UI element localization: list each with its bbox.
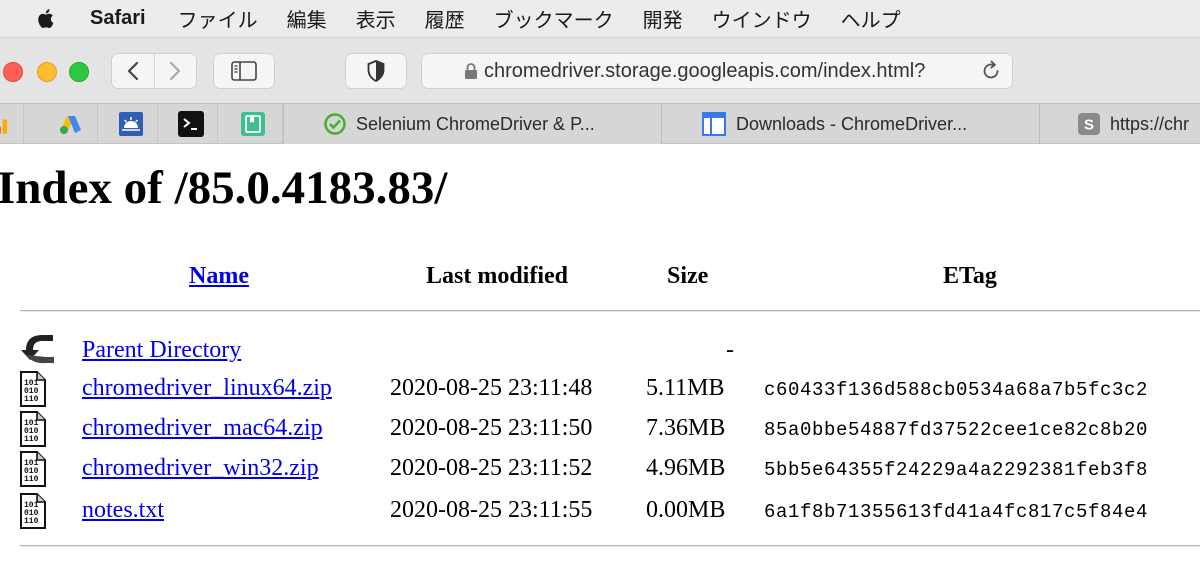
sidebar-icon — [231, 61, 257, 81]
tab-title: https://chr — [1110, 113, 1190, 134]
pinned-tab-google-ads[interactable] — [44, 104, 98, 144]
close-window-button[interactable] — [3, 62, 23, 82]
menu-bookmarks[interactable]: ブックマーク — [494, 4, 614, 33]
menu-view[interactable]: 表示 — [356, 4, 396, 33]
sunrise-icon — [118, 112, 143, 136]
apple-icon[interactable] — [36, 8, 54, 30]
toolbar: chromedriver.storage.googleapis.com/inde… — [0, 37, 1200, 103]
tab-title: Selenium ChromeDriver & P... — [356, 113, 595, 134]
selenium-icon — [324, 113, 346, 135]
menu-safari[interactable]: Safari — [90, 7, 146, 30]
shield-icon — [367, 60, 385, 82]
svg-text:110: 110 — [24, 517, 39, 526]
tab-downloads-chromedriver[interactable]: Downloads - ChromeDriver... — [661, 104, 1039, 144]
table-row: 101 010 110 chromedriver_linux64.zip 2020-… — [0, 371, 1200, 411]
list-item-size: - — [726, 337, 734, 363]
menu-history[interactable]: 履歴 — [425, 4, 465, 33]
chevron-right-icon — [170, 61, 181, 81]
list-item-name: notes.txt — [82, 497, 164, 524]
svg-text:110: 110 — [24, 475, 39, 484]
zoom-window-button[interactable] — [69, 62, 89, 82]
back-arrow-icon — [20, 333, 56, 374]
file-link[interactable]: chromedriver_win32.zip — [82, 455, 319, 481]
minimize-window-button[interactable] — [37, 62, 57, 82]
svg-text:110: 110 — [24, 395, 39, 404]
chevron-left-icon — [127, 61, 139, 81]
list-item-etag: 85a0bbe54887fd37522cee1ce82c8b20 — [764, 419, 1149, 441]
list-item-name: Parent Directory — [82, 337, 241, 364]
list-item-size: 7.36MB — [646, 415, 726, 441]
tab-title: Downloads - ChromeDriver... — [736, 113, 968, 134]
address-bar[interactable]: chromedriver.storage.googleapis.com/inde… — [421, 53, 1013, 89]
menu-file[interactable]: ファイル — [178, 4, 258, 33]
list-item-name: chromedriver_win32.zip — [82, 455, 319, 482]
notes-icon — [241, 112, 265, 136]
file-link[interactable]: chromedriver_mac64.zip — [82, 415, 323, 441]
list-item-etag: c60433f136d588cb0534a68a7b5fc3c2 — [764, 379, 1149, 401]
menu-help[interactable]: ヘルプ — [841, 4, 901, 33]
reload-icon[interactable] — [980, 60, 1002, 88]
pinned-tab-bookmark[interactable] — [104, 104, 158, 144]
table-row: 101 010 110 notes.txt 2020-08-25 23:11:55 … — [0, 493, 1200, 533]
column-header-modified: Last modified — [426, 263, 569, 289]
back-button[interactable] — [112, 54, 154, 88]
lock-icon — [464, 62, 478, 80]
list-item-modified: 2020-08-25 23:11:55 — [390, 497, 593, 523]
list-item-modified: 2020-08-25 23:11:48 — [390, 375, 593, 401]
svg-text:S: S — [1084, 117, 1094, 134]
google-ads-icon — [59, 116, 81, 134]
binary-file-icon: 101 010 110 — [20, 411, 46, 454]
svg-text:110: 110 — [24, 435, 39, 444]
menu-window[interactable]: ウインドウ — [712, 4, 812, 33]
binary-file-icon: 101 010 110 — [20, 493, 46, 536]
table-row-parent: Parent Directory - — [0, 333, 1200, 373]
chromedriver-icon — [702, 112, 726, 136]
binary-file-icon: 101 010 110 — [20, 371, 46, 414]
menu-edit[interactable]: 編集 — [287, 4, 327, 33]
menu-bar: Safari ファイル 編集 表示 履歴 ブックマーク 開発 ウインドウ ヘルプ — [0, 0, 1200, 37]
pinned-tab-analytics[interactable] — [0, 104, 24, 144]
list-item-etag: 6a1f8b71355613fd41a4fc817c5f84e4 — [764, 501, 1149, 523]
pinned-tab-notes[interactable] — [224, 104, 283, 144]
list-item-modified: 2020-08-25 23:11:52 — [390, 455, 593, 481]
table-row: 101 010 110 chromedriver_win32.zip 2020-08… — [0, 451, 1200, 491]
file-link[interactable]: notes.txt — [82, 497, 164, 523]
list-item-size: 4.96MB — [646, 455, 726, 481]
sidebar-toggle-button[interactable] — [213, 53, 275, 89]
s-letter-icon: S — [1078, 113, 1100, 135]
pinned-tab-terminal[interactable] — [164, 104, 218, 144]
list-item-size: 5.11MB — [646, 375, 725, 401]
tab-bar: Selenium ChromeDriver & P... Downloads -… — [0, 103, 1200, 144]
list-item-name: chromedriver_linux64.zip — [82, 375, 332, 402]
analytics-icon — [0, 119, 8, 134]
column-header-name: Name — [189, 263, 249, 290]
menu-develop[interactable]: 開発 — [643, 4, 683, 33]
file-link[interactable]: chromedriver_linux64.zip — [82, 375, 332, 401]
forward-button[interactable] — [153, 54, 196, 88]
table-row: 101 010 110 chromedriver_mac64.zip 2020-08… — [0, 411, 1200, 451]
tab-selenium[interactable]: Selenium ChromeDriver & P... — [283, 104, 661, 144]
tab-https[interactable]: S https://chr — [1039, 104, 1200, 144]
parent-directory-link[interactable]: Parent Directory — [82, 337, 241, 363]
terminal-icon — [177, 111, 204, 137]
footer-divider — [20, 545, 1200, 547]
list-item-modified: 2020-08-25 23:11:50 — [390, 415, 593, 441]
sort-by-name-link[interactable]: Name — [189, 263, 249, 289]
column-header-size: Size — [667, 263, 709, 289]
page-title: Index of /85.0.4183.83/ — [0, 162, 448, 214]
binary-file-icon: 101 010 110 — [20, 451, 46, 494]
list-item-etag: 5bb5e64355f24229a4a2292381feb3f8 — [764, 459, 1149, 481]
navigation-buttons — [111, 53, 197, 89]
column-header-etag: ETag — [943, 263, 997, 289]
privacy-report-button[interactable] — [345, 53, 407, 89]
list-item-size: 0.00MB — [646, 497, 726, 523]
list-item-name: chromedriver_mac64.zip — [82, 415, 323, 442]
url-text[interactable]: chromedriver.storage.googleapis.com/inde… — [484, 60, 964, 83]
header-divider — [20, 310, 1200, 312]
